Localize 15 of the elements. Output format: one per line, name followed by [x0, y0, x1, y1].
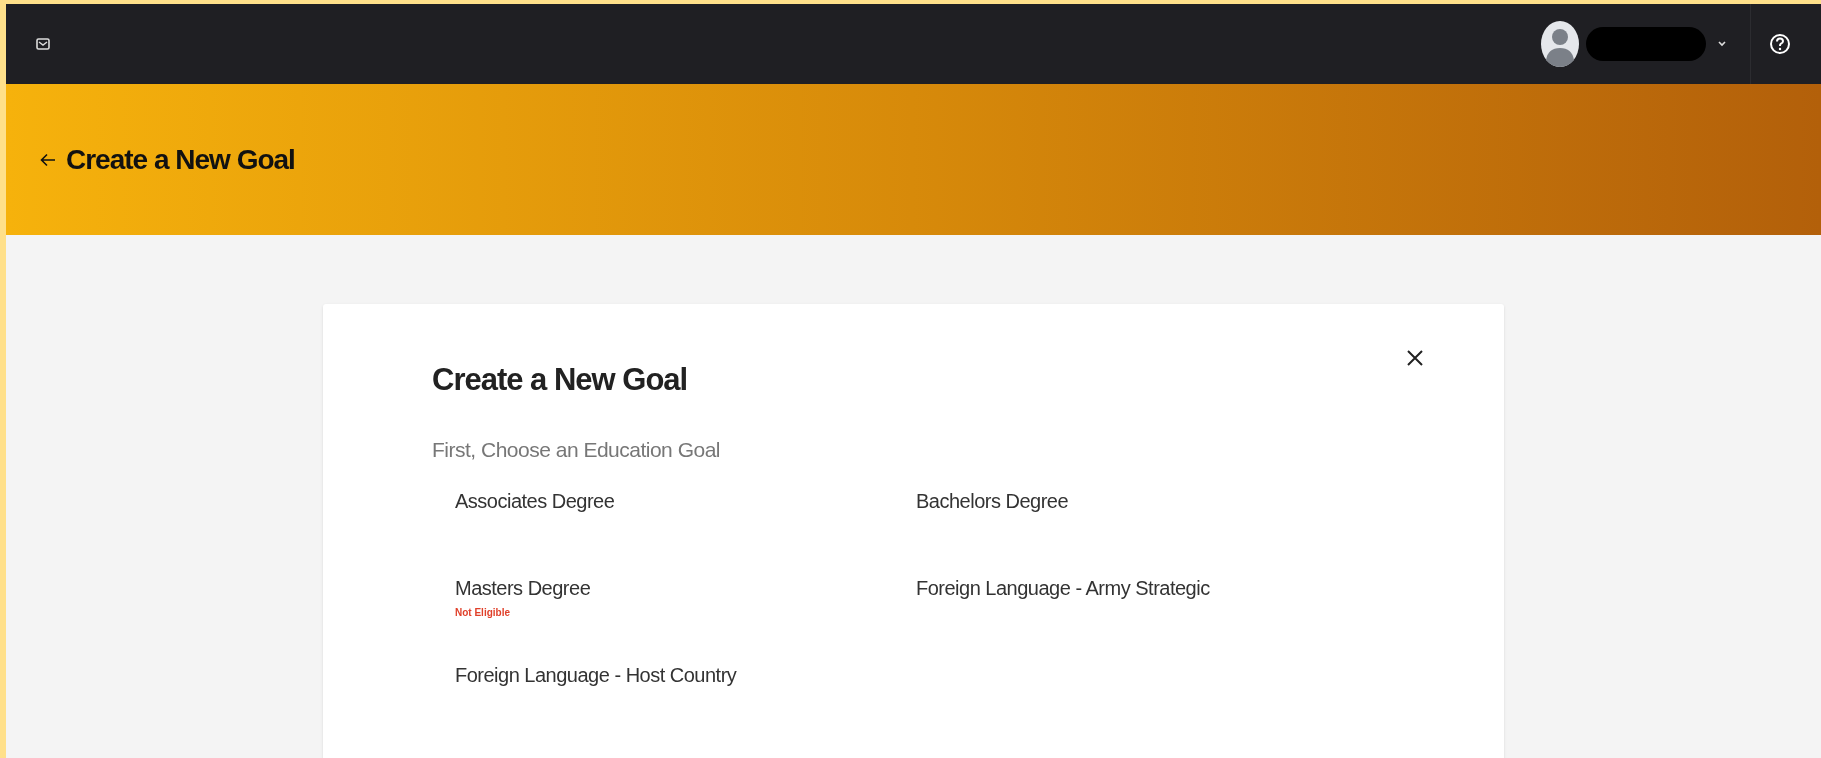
dialog-subtitle: First, Choose an Education Goal — [432, 437, 721, 463]
goal-option[interactable]: Associates Degree — [455, 485, 615, 516]
goal-option[interactable]: Foreign Language - Army Strategic — [916, 572, 1210, 603]
page-title: Create a New Goal — [66, 142, 295, 177]
dialog-title: Create a New Goal — [432, 361, 689, 399]
goal-option[interactable]: Foreign Language - Host Country — [455, 659, 737, 690]
help-icon[interactable] — [1769, 33, 1791, 55]
avatar-icon[interactable] — [1540, 20, 1580, 68]
goal-option[interactable]: Bachelors Degree — [916, 485, 1069, 516]
mail-icon[interactable] — [36, 38, 50, 50]
chevron-down-icon[interactable] — [1718, 41, 1726, 47]
eligibility-note: Not Eligible — [455, 605, 510, 620]
back-arrow-icon[interactable] — [40, 152, 56, 167]
close-icon[interactable] — [1406, 349, 1424, 367]
goal-option[interactable]: Masters Degree — [455, 572, 591, 603]
